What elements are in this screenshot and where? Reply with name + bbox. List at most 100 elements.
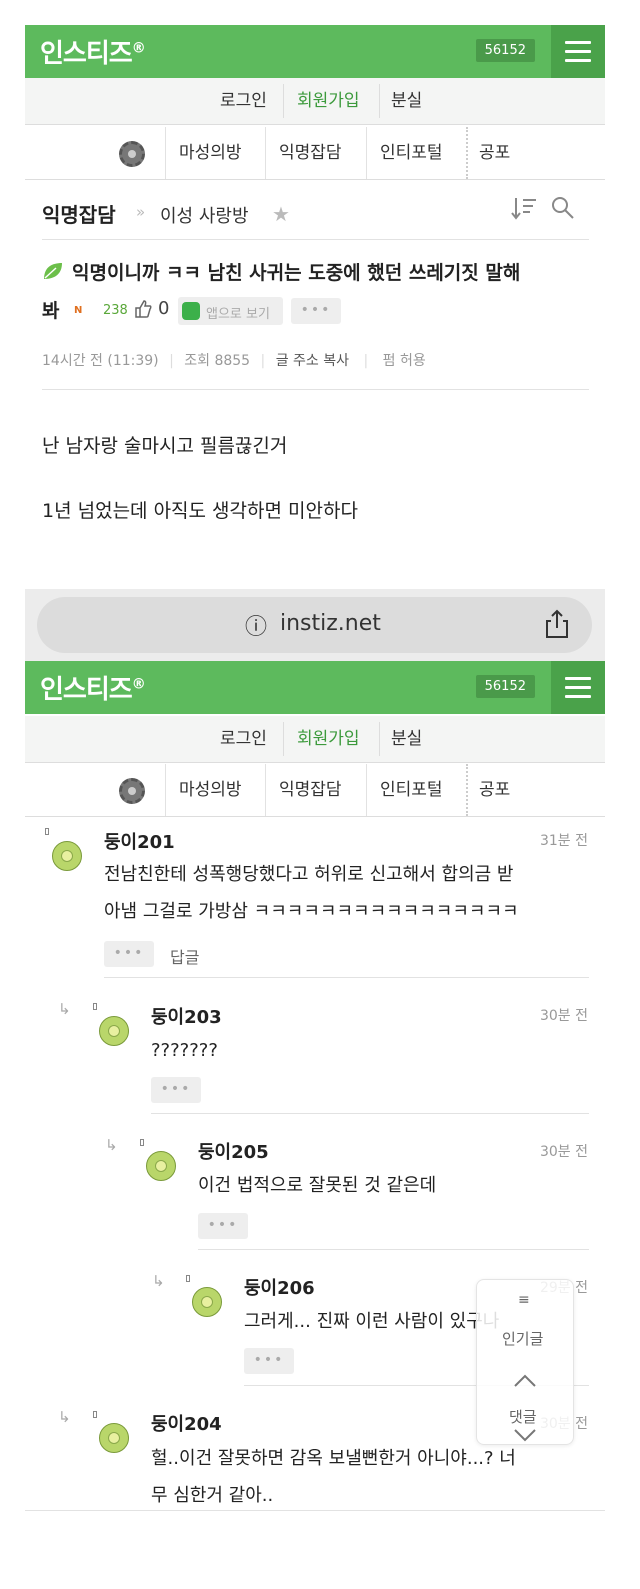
login-link[interactable]: 로그인: [220, 78, 267, 124]
post-more-button[interactable]: •••: [291, 298, 341, 324]
board-link-portal[interactable]: 인티포털: [380, 764, 443, 816]
board-link-horror[interactable]: 공포: [479, 127, 510, 179]
favorite-star-icon[interactable]: ★: [272, 202, 290, 226]
avatar: [52, 841, 82, 871]
reply-arrow-icon: ↳: [105, 1136, 118, 1154]
new-badge: N: [74, 305, 83, 316]
breadcrumb-separator: »: [136, 203, 146, 221]
account-nav: 로그인 회원가입 분실: [25, 716, 605, 763]
board-title[interactable]: 익명잡담: [42, 199, 116, 228]
signup-link[interactable]: 회원가입: [297, 716, 360, 762]
info-icon[interactable]: ⓘ: [245, 609, 267, 641]
leaf-icon: [44, 263, 62, 279]
site-header: 인스티즈® 56152: [25, 661, 605, 714]
board-link-magic[interactable]: 마성의방: [179, 127, 242, 179]
user-count-badge: 56152: [475, 39, 535, 62]
comment-text: 이건 법적으로 잘못된 것 같은데: [198, 1175, 437, 1196]
board-nav: 마성의방 익명잡담 인티포털 공포: [25, 127, 605, 180]
post-views-small: 238: [103, 303, 128, 318]
sort-icon[interactable]: [510, 195, 538, 221]
divider: [25, 1510, 605, 1511]
comment-more-button[interactable]: •••: [104, 941, 154, 967]
post-views: 조회 8855: [184, 353, 251, 369]
chevron-up-icon[interactable]: [513, 1374, 537, 1388]
comment-more-button[interactable]: •••: [151, 1077, 201, 1103]
reply-arrow-icon: ↳: [152, 1272, 165, 1290]
comment-text: 헐..이건 잘못하면 감옥 보낼뻔한거 아니야...? 너: [151, 1448, 516, 1469]
comment-time: 31분 전: [539, 833, 588, 849]
reply-button[interactable]: 답글: [170, 944, 199, 968]
divider: [104, 977, 589, 978]
list-icon: ≡: [518, 1292, 530, 1308]
post-title: 익명이니까 ㅋㅋ 남친 사귀는 도중에 했던 쓰레기짓 말해: [72, 262, 521, 284]
gear-icon[interactable]: [119, 141, 145, 167]
divider: [42, 389, 589, 390]
post-title-cont: 봐: [42, 300, 60, 322]
site-logo[interactable]: 인스티즈®: [40, 669, 146, 706]
board-link-anon[interactable]: 익명잡담: [279, 764, 342, 816]
floating-nav-panel: ≡ 인기글 댓글: [476, 1279, 574, 1445]
divider: [151, 1113, 589, 1114]
lost-account-link[interactable]: 분실: [391, 78, 422, 124]
share-permission: 펌 허용: [382, 353, 426, 369]
post-meta: 14시간 전 (11:39) | 조회 8855 | 글 주소 복사 | 펌 허…: [42, 353, 426, 369]
reply-arrow-icon: ↳: [58, 1408, 71, 1426]
copy-address-link[interactable]: 글 주소 복사: [276, 353, 349, 369]
app-view-button[interactable]: 앱으로 보기: [178, 297, 283, 325]
comments-button[interactable]: 댓글: [509, 1406, 537, 1427]
hamburger-menu-icon[interactable]: [551, 25, 605, 78]
comment-more-button[interactable]: •••: [244, 1348, 294, 1374]
avatar: [99, 1423, 129, 1453]
chevron-down-icon[interactable]: [513, 1428, 537, 1442]
comment-more-button[interactable]: •••: [198, 1213, 248, 1239]
user-count-badge: 56152: [475, 675, 535, 698]
comment-time: 30분 전: [539, 1144, 588, 1160]
comment-author: 둥이206: [244, 1278, 315, 1299]
post-time: 14시간 전 (11:39): [42, 353, 159, 369]
avatar: [192, 1287, 222, 1317]
gear-icon[interactable]: [119, 778, 145, 804]
comment-text: 그러게... 진짜 이런 사람이 있구나: [244, 1311, 500, 1332]
board-link-anon[interactable]: 익명잡담: [279, 127, 342, 179]
site-logo[interactable]: 인스티즈®: [40, 33, 146, 70]
comment-text: 전남친한테 성폭행당했다고 허위로 신고해서 합의금 받: [104, 864, 514, 885]
category-name[interactable]: 이성 사랑방: [160, 202, 249, 228]
post-body-line: 난 남자랑 술마시고 필름끊긴거: [42, 435, 288, 457]
level-icon: [186, 1275, 190, 1282]
hamburger-menu-icon[interactable]: [551, 661, 605, 714]
lost-account-link[interactable]: 분실: [391, 716, 422, 762]
comment-author: 둥이204: [151, 1414, 222, 1435]
comment-author: 둥이201: [104, 832, 175, 853]
comment-author: 둥이203: [151, 1007, 222, 1028]
comment-text: 아냄 그걸로 가방삼 ㅋㅋㅋㅋㅋㅋㅋㅋㅋㅋㅋㅋㅋㅋㅋㅋ: [104, 901, 519, 922]
comment-text: 무 심한거 같아..: [151, 1485, 274, 1506]
site-header: 인스티즈® 56152: [25, 25, 605, 78]
board-link-horror[interactable]: 공포: [479, 764, 510, 816]
board-link-portal[interactable]: 인티포털: [380, 127, 443, 179]
reply-arrow-icon: ↳: [58, 1000, 71, 1018]
divider: [198, 1249, 589, 1250]
board-link-magic[interactable]: 마성의방: [179, 764, 242, 816]
divider: [42, 239, 589, 240]
avatar: [99, 1016, 129, 1046]
search-icon[interactable]: [550, 195, 576, 221]
level-icon: [140, 1139, 144, 1146]
signup-link[interactable]: 회원가입: [297, 78, 360, 124]
url-bar[interactable]: ⓘ instiz.net: [37, 597, 592, 653]
post-likes: 0: [158, 298, 170, 319]
share-icon[interactable]: [543, 609, 571, 639]
comment-author: 둥이205: [198, 1142, 269, 1163]
browser-chrome: ⓘ instiz.net: [25, 589, 605, 661]
login-link[interactable]: 로그인: [220, 716, 267, 762]
comment-text: ???????: [151, 1040, 218, 1061]
app-icon: [182, 302, 200, 320]
popular-posts-button[interactable]: 인기글: [502, 1328, 543, 1349]
level-icon: [45, 828, 49, 835]
url-text[interactable]: instiz.net: [280, 611, 381, 636]
level-icon: [93, 1411, 97, 1418]
thumbs-up-icon[interactable]: [133, 299, 153, 319]
level-icon: [93, 1003, 97, 1010]
avatar: [146, 1151, 176, 1181]
account-nav: 로그인 회원가입 분실: [25, 78, 605, 125]
post-body-line: 1년 넘었는데 아직도 생각하면 미안하다: [42, 500, 358, 522]
